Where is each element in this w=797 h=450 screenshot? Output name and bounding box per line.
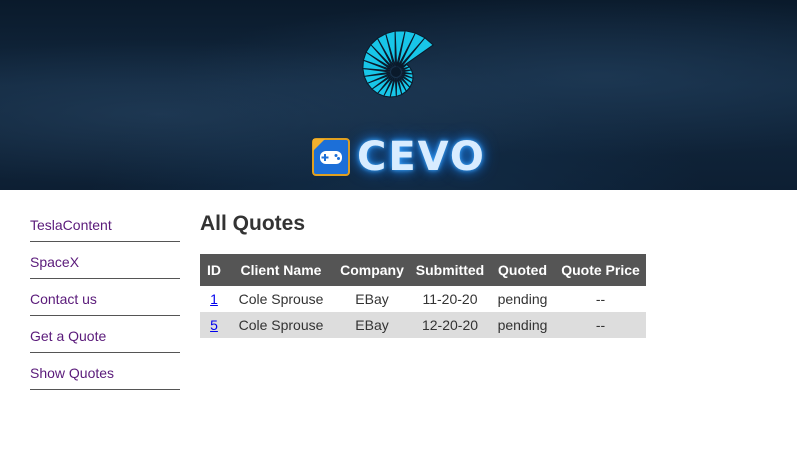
header-banner: CEVO [0, 0, 797, 190]
sidebar-item-get-a-quote[interactable]: Get a Quote [30, 316, 180, 353]
brand-logo: CEVO [311, 135, 486, 179]
client-name-cell: Cole Sprouse [228, 312, 334, 338]
column-header-quote-price: Quote Price [555, 254, 646, 286]
quote-price-cell: -- [555, 312, 646, 338]
submitted-cell: 11-20-20 [422, 291, 478, 307]
column-header-quoted: Quoted [490, 254, 555, 286]
page-title: All Quotes [200, 212, 306, 235]
brand-wordmark: CEVO [357, 134, 486, 180]
table-header-row: ID Client Name Company Submitted Quoted … [200, 254, 646, 286]
column-header-submitted: Submitted [410, 254, 490, 286]
sidebar-item-spacex[interactable]: SpaceX [30, 242, 180, 279]
game-controller-badge-icon [312, 138, 350, 176]
table-row: 5 Cole Sprouse EBay 12-20-20 pending -- [200, 312, 646, 338]
column-header-client-name: Client Name [228, 254, 334, 286]
sidebar-item-teslacontent[interactable]: TeslaContent [30, 205, 180, 242]
client-name-cell: Cole Sprouse [238, 291, 324, 307]
main-content: All Quotes ID Client Name Company Submit… [200, 205, 646, 338]
quoted-cell: pending [497, 291, 548, 307]
company-cell: EBay [355, 291, 389, 307]
sidebar-item-contact-us[interactable]: Contact us [30, 279, 180, 316]
nautilus-shell-logo [362, 30, 435, 98]
table-row: 1 Cole Sprouse EBay 11-20-20 pending -- [200, 286, 646, 312]
quote-id-link[interactable]: 1 [210, 291, 218, 307]
sidebar-item-show-quotes[interactable]: Show Quotes [30, 353, 180, 390]
column-header-id: ID [200, 254, 228, 286]
column-header-company: Company [334, 254, 410, 286]
quotes-table: ID Client Name Company Submitted Quoted … [200, 254, 646, 338]
submitted-cell: 12-20-20 [410, 312, 490, 338]
quote-price-cell: -- [595, 291, 606, 307]
sidebar-nav: TeslaContent SpaceX Contact us Get a Quo… [30, 205, 180, 390]
quoted-cell: pending [490, 312, 555, 338]
quote-id-link[interactable]: 5 [210, 317, 218, 333]
company-cell: EBay [334, 312, 410, 338]
